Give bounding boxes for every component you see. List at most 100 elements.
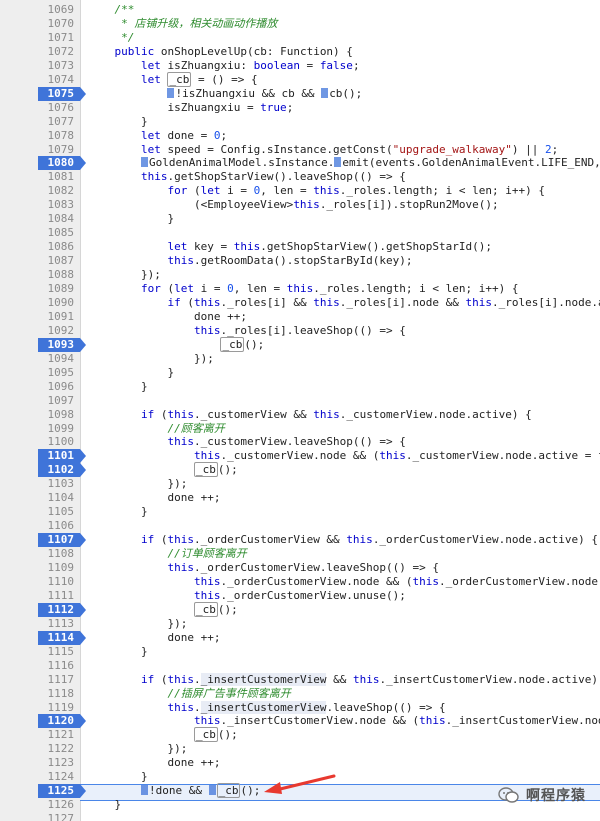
line-number[interactable]: 1095 [0,366,75,380]
line-number[interactable]: 1125 [0,784,75,798]
line-number[interactable]: 1116 [0,659,75,673]
line-number[interactable]: 1114 [0,631,75,645]
line-code: }); [88,477,188,490]
code-token: _insertCustomerView [200,673,327,686]
code-line: 1091 done ++; [0,310,600,324]
line-number[interactable]: 1071 [0,31,75,45]
line-number[interactable]: 1070 [0,17,75,31]
code-line: 1105 } [0,505,600,519]
line-number[interactable]: 1091 [0,310,75,324]
line-number[interactable]: 1127 [0,812,75,821]
code-line: 1094 }); [0,352,600,366]
line-number[interactable]: 1119 [0,701,75,715]
line-number[interactable]: 1101 [0,449,75,463]
code-line: 1115 } [0,645,600,659]
code-token: this [167,701,194,714]
code-token: public [114,45,155,58]
line-number[interactable]: 1085 [0,226,75,240]
line-number[interactable]: 1093 [0,338,75,352]
code-token: this [233,240,261,253]
line-code: done ++; [88,756,221,769]
line-code: _cb (); [220,337,265,352]
line-number[interactable]: 1109 [0,561,75,575]
code-line: 1098 if (this._customerView && this._cus… [0,408,600,422]
line-code: }); [88,617,188,630]
line-code: (<EmployeeView>this._roles[i]).stopRun2M… [88,198,499,211]
line-code: }); [88,268,161,281]
code-token: this [193,575,221,588]
line-number[interactable]: 1100 [0,435,75,449]
line-number[interactable]: 1072 [0,45,75,59]
line-number[interactable]: 1069 [0,3,75,17]
code-line: 1082 for (let i = 0, len = this._roles.l… [0,184,600,198]
line-number[interactable]: 1082 [0,184,75,198]
code-line: 1096 } [0,380,600,394]
line-number[interactable]: 1098 [0,408,75,422]
line-number[interactable]: 1094 [0,352,75,366]
code-line: 1107 if (this._orderCustomerView && this… [0,533,600,547]
line-number[interactable]: 1099 [0,422,75,436]
line-number[interactable]: 1097 [0,394,75,408]
line-number[interactable]: 1081 [0,170,75,184]
line-number[interactable]: 1089 [0,282,75,296]
code-line: 1117 if (this._insertCustomerView && thi… [0,673,600,687]
line-number[interactable]: 1122 [0,742,75,756]
line-number[interactable]: 1111 [0,589,75,603]
line-number[interactable]: 1102 [0,463,75,477]
line-number[interactable]: 1123 [0,756,75,770]
line-number[interactable]: 1073 [0,59,75,73]
line-code: _cb (); [193,462,238,477]
line-number[interactable]: 1090 [0,296,75,310]
code-token: "upgrade_walkaway" [392,143,512,156]
line-number[interactable]: 1079 [0,143,75,157]
code-token: this [346,533,373,546]
line-number[interactable]: 1080 [0,156,75,170]
line-number[interactable]: 1092 [0,324,75,338]
line-number[interactable]: 1076 [0,101,75,115]
line-number[interactable]: 1103 [0,477,75,491]
code-line: 1116 [0,659,600,673]
line-code: let _cb = () => { [140,72,258,87]
line-number[interactable]: 1074 [0,73,75,87]
line-number[interactable]: 1106 [0,519,75,533]
line-number[interactable]: 1088 [0,268,75,282]
line-number[interactable]: 1084 [0,212,75,226]
line-code: _cb (); [193,602,238,617]
code-line: 1102 _cb (); [0,462,600,477]
line-number[interactable]: 1115 [0,645,75,659]
line-number[interactable]: 1117 [0,673,75,687]
code-line: 1090 if (this._roles[i] && this._roles[i… [0,296,600,310]
line-number[interactable]: 1121 [0,728,75,742]
line-number[interactable]: 1113 [0,617,75,631]
line-number[interactable]: 1083 [0,198,75,212]
line-number[interactable]: 1107 [0,533,75,547]
code-editor[interactable]: 1069 /** 1070 * 店铺升级，相关动画动作播放 1071 */1072 … [0,0,600,821]
line-number[interactable]: 1118 [0,687,75,701]
line-number[interactable]: 1078 [0,129,75,143]
line-number[interactable]: 1104 [0,491,75,505]
line-number[interactable]: 1108 [0,547,75,561]
line-number[interactable]: 1096 [0,380,75,394]
code-line: 1093 _cb (); [0,337,600,352]
line-number[interactable]: 1086 [0,240,75,254]
line-number[interactable]: 1105 [0,505,75,519]
line-number[interactable]: 1075 [0,87,75,101]
inline-breakpoint-icon [334,157,342,167]
code-line: 1071 */ [0,31,600,45]
code-token: this [167,408,194,421]
code-line: 1086 let key = this.getShopStarView().ge… [0,240,600,254]
line-number[interactable]: 1077 [0,115,75,129]
code-line: 1088 }); [0,268,600,282]
line-number[interactable]: 1120 [0,714,75,728]
line-number[interactable]: 1124 [0,770,75,784]
line-code: } [88,380,148,393]
line-number[interactable]: 1112 [0,603,75,617]
line-code: for (let i = 0, len = this._roles.length… [140,282,519,295]
code-line: 1081 this.getShopStarView().leaveShop(()… [0,170,600,184]
line-code: done ++; [88,631,221,644]
code-line: 1108 //订单顾客离开 [0,547,600,561]
line-number[interactable]: 1110 [0,575,75,589]
code-token: this [193,296,221,309]
line-number[interactable]: 1126 [0,798,75,812]
line-number[interactable]: 1087 [0,254,75,268]
